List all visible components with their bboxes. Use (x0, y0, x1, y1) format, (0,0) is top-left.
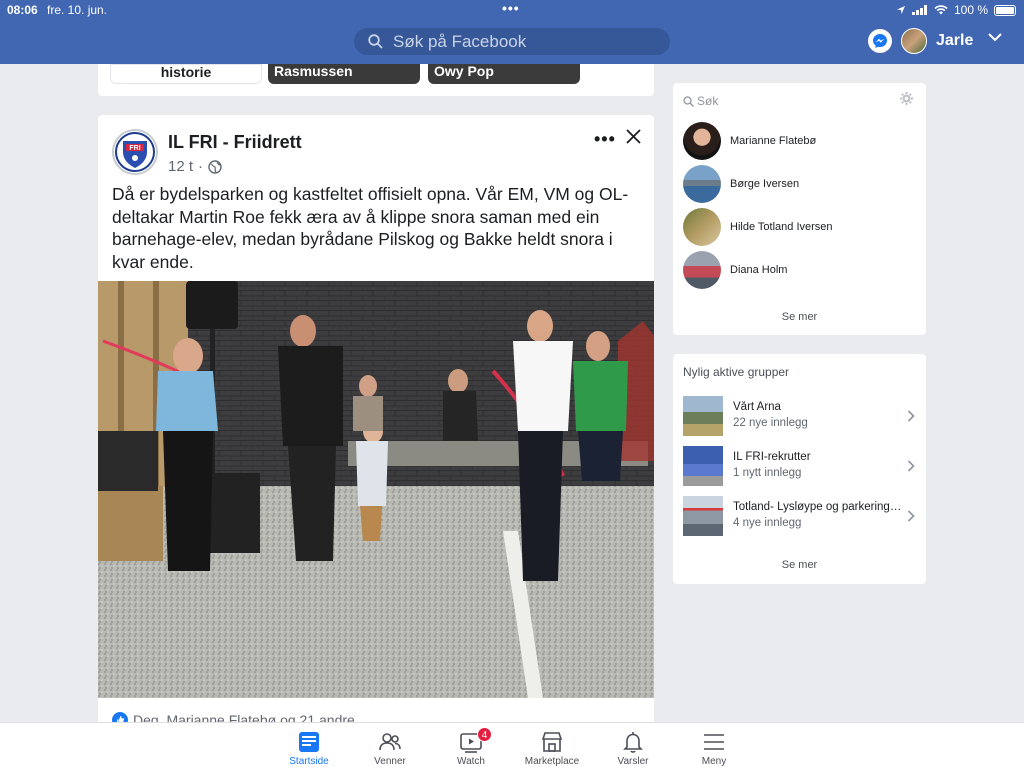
contact-name: Hilde Totland Iversen (730, 221, 833, 233)
chevron-right-icon (907, 510, 915, 522)
user-avatar[interactable] (901, 28, 927, 54)
nav-label: Meny (701, 756, 727, 767)
group-posts-count: 22 nye innlegg (733, 417, 808, 429)
story-label: Rasmussen (274, 63, 353, 79)
chevron-right-icon (907, 410, 915, 422)
contact-item[interactable]: Børge Iversen (683, 164, 799, 204)
group-item[interactable]: Totland- Lysløype og parkeringsplass 4 n… (683, 496, 918, 536)
nav-watch[interactable]: 4 Watch (431, 723, 511, 768)
story-label: Owy Pop (434, 63, 494, 79)
meta-separator: · (198, 158, 204, 175)
globe-icon (208, 159, 222, 174)
nav-home[interactable]: Startside (269, 723, 349, 768)
nav-notifications[interactable]: Varsler (593, 723, 673, 768)
contact-item[interactable]: Marianne Flatebø (683, 121, 816, 161)
nav-label: Varsler (617, 756, 649, 767)
post-photo-image (98, 281, 654, 698)
cellular-signal-icon (911, 5, 927, 15)
group-item[interactable]: IL FRI-rekrutter 1 nytt innlegg (683, 446, 918, 486)
location-icon (896, 6, 905, 14)
home-feed-icon (299, 732, 319, 752)
post-options-icon[interactable]: ••• (594, 129, 616, 150)
group-name: Vårt Arna (733, 401, 781, 413)
story-item[interactable]: Owy Pop (428, 64, 580, 84)
bell-icon (623, 732, 643, 753)
contact-item[interactable]: Diana Holm (683, 250, 787, 290)
hamburger-menu-icon (704, 734, 724, 750)
marketplace-shop-icon (541, 732, 563, 752)
watch-badge: 4 (477, 727, 492, 742)
nav-label: Marketplace (524, 756, 580, 767)
page-name[interactable]: IL FRI - Friidrett (168, 132, 302, 153)
contact-name: Børge Iversen (730, 178, 800, 190)
group-thumbnail (683, 396, 723, 436)
chevron-down-icon[interactable] (988, 33, 1002, 42)
contact-item[interactable]: Hilde Totland Iversen (683, 207, 833, 247)
story-item[interactable]: Rasmussen (268, 64, 420, 84)
groups-see-more[interactable]: Se mer (673, 559, 926, 571)
search-icon (368, 34, 383, 49)
battery-icon (994, 4, 1016, 16)
search-placeholder: Søk på Facebook (393, 31, 527, 51)
nav-menu[interactable]: Meny (674, 723, 754, 768)
post-time[interactable]: 12 t (168, 158, 193, 175)
contact-name: Diana Holm (730, 264, 788, 276)
svg-text:FRI: FRI (129, 145, 140, 152)
contact-avatar (683, 165, 721, 203)
user-name[interactable]: Jarle (936, 32, 973, 50)
search-icon (683, 95, 694, 107)
contact-name: Marianne Flatebø (730, 135, 817, 147)
nav-label: Venner (374, 756, 406, 767)
contacts-see-more[interactable]: Se mer (673, 311, 926, 323)
group-item[interactable]: Vårt Arna 22 nye innlegg (683, 396, 918, 436)
close-icon[interactable] (626, 129, 641, 144)
group-thumbnail (683, 496, 723, 536)
multitasking-dots-icon[interactable]: ••• (502, 0, 520, 16)
group-thumbnail (683, 446, 723, 486)
header-user[interactable]: Jarle (868, 28, 973, 54)
page-logo[interactable]: FRI (112, 129, 158, 175)
contacts-card: Søk Marianne Flatebø Børge Iversen Hilde… (673, 83, 926, 335)
groups-title: Nylig aktive grupper (683, 365, 790, 379)
contact-avatar (683, 251, 721, 289)
wifi-icon (934, 5, 948, 15)
post-meta: 12 t · (168, 158, 222, 175)
chevron-right-icon (907, 460, 915, 472)
nav-friends[interactable]: Venner (350, 723, 430, 768)
stories-card: historie Rasmussen Owy Pop (98, 64, 654, 96)
group-posts-count: 4 nye innlegg (733, 517, 802, 529)
friends-icon (379, 733, 401, 751)
contact-avatar (683, 122, 721, 160)
post-text: Då er bydelsparken og kastfeltet offisie… (112, 184, 629, 272)
contacts-search-placeholder: Søk (697, 94, 719, 108)
nav-label: Watch (457, 756, 485, 767)
group-posts-count: 1 nytt innlegg (733, 467, 802, 479)
search-input[interactable]: Søk på Facebook (354, 28, 670, 55)
group-name: IL FRI-rekrutter (733, 451, 811, 463)
story-create[interactable]: historie (110, 64, 262, 84)
il-fri-logo-icon: FRI (115, 132, 155, 172)
contacts-search[interactable]: Søk (683, 94, 718, 108)
status-time: 08:06 (7, 3, 38, 17)
messenger-icon[interactable] (868, 29, 892, 53)
feed-post: FRI IL FRI - Friidrett 12 t · ••• Då er … (98, 115, 654, 735)
bottom-nav: Startside Venner 4 Watch Marketplace Var… (0, 722, 1024, 768)
status-bar: 08:06 fre. 10. jun. ••• 100 % (0, 0, 1024, 20)
group-name: Totland- Lysløype og parkeringsplass (733, 501, 903, 513)
recent-groups-card: Nylig aktive grupper Vårt Arna 22 nye in… (673, 354, 926, 584)
contact-avatar (683, 208, 721, 246)
story-label: historie (160, 64, 212, 80)
nav-label: Startside (289, 756, 329, 767)
gear-icon[interactable] (900, 92, 913, 105)
post-photo[interactable] (98, 281, 654, 698)
top-bar: 08:06 fre. 10. jun. ••• 100 % Søk på Fac… (0, 0, 1024, 64)
nav-marketplace[interactable]: Marketplace (512, 723, 592, 768)
battery-percent: 100 % (953, 3, 988, 17)
status-right: 100 % (896, 3, 1016, 17)
status-date: fre. 10. jun. (47, 3, 108, 17)
